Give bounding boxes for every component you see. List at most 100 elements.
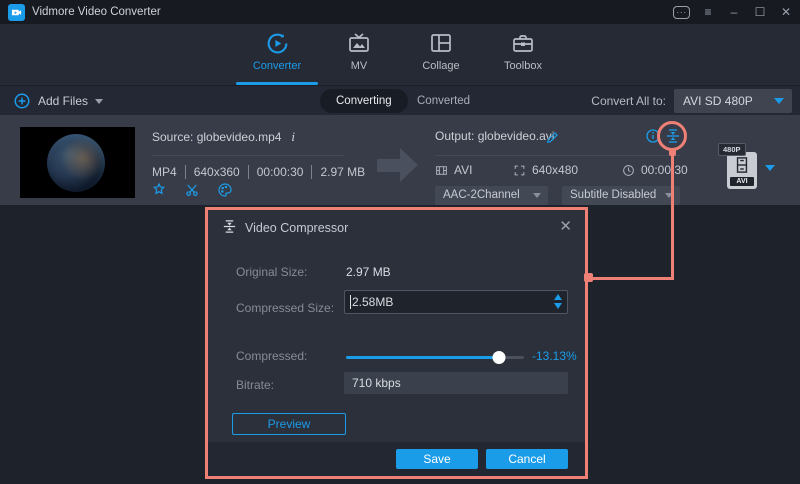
chevron-down-icon	[95, 99, 103, 104]
tab-converter[interactable]: Converter	[236, 30, 318, 85]
compression-percent: -13.13%	[532, 349, 577, 363]
output-filename: Output: globevideo.avi	[435, 129, 554, 143]
chevron-down-icon	[665, 193, 673, 198]
source-meta: MP4 640x360 00:00:30 2.97 MB	[152, 165, 373, 179]
compressed-size-value: 2.58MB	[352, 295, 393, 309]
video-thumbnail[interactable]	[20, 127, 135, 198]
filmstrip-icon	[735, 157, 749, 173]
list-toolbar: Add Files Converting Converted Convert A…	[0, 85, 800, 115]
subtitle-select[interactable]: Subtitle Disabled	[562, 186, 680, 205]
profile-chevron-down-icon[interactable]	[765, 165, 775, 171]
toolbox-icon	[511, 30, 535, 56]
slider-handle[interactable]	[493, 351, 506, 364]
text-cursor	[350, 295, 351, 309]
convert-all-value: AVI SD 480P	[683, 94, 753, 108]
window-controls: ··· ≡ – ☐ ✕	[673, 0, 794, 24]
original-size-value: 2.97 MB	[346, 265, 391, 279]
source-filename: Source: globevideo.mp4i	[152, 129, 295, 145]
source-filesize: 2.97 MB	[311, 165, 373, 179]
dialog-title: Video Compressor	[245, 221, 348, 235]
output-info-icon[interactable]	[645, 128, 661, 144]
output-resolution-item: 640x480	[513, 163, 578, 177]
compressed-label: Compressed:	[236, 349, 307, 363]
source-duration: 00:00:30	[248, 165, 312, 179]
dialog-close-icon[interactable]: ✕	[559, 217, 572, 235]
title-bar: Vidmore Video Converter ··· ≡ – ☐ ✕	[0, 0, 800, 24]
feedback-icon[interactable]: ···	[673, 6, 690, 19]
minimize-icon[interactable]: –	[726, 4, 742, 20]
subtitle-select-value: Subtitle Disabled	[570, 189, 656, 201]
compress-icon[interactable]	[665, 128, 681, 144]
tab-toolbox[interactable]: Toolbox	[482, 30, 564, 85]
menu-icon[interactable]: ≡	[700, 4, 716, 20]
profile-resolution-badge: 480P	[718, 143, 746, 156]
tab-toolbox-label: Toolbox	[504, 60, 542, 72]
clock-icon	[622, 164, 635, 177]
compression-slider[interactable]	[346, 351, 524, 364]
film-icon	[435, 164, 448, 177]
app-title: Vidmore Video Converter	[32, 6, 161, 18]
tab-collage[interactable]: Collage	[400, 30, 482, 85]
preview-button[interactable]: Preview	[232, 413, 346, 435]
converting-tab[interactable]: Converting	[320, 89, 408, 113]
resize-icon	[513, 164, 526, 177]
save-button[interactable]: Save	[396, 449, 478, 469]
add-files-button[interactable]: Add Files	[13, 89, 103, 113]
stepper-up-icon[interactable]	[554, 294, 562, 300]
dialog-footer: Save Cancel	[208, 442, 585, 476]
file-type-badge: AVI	[730, 177, 754, 186]
source-tools	[151, 182, 233, 198]
mv-icon	[347, 30, 371, 56]
source-format: MP4	[152, 165, 185, 179]
rename-pencil-icon[interactable]	[546, 130, 560, 144]
file-row: Source: globevideo.mp4i MP4 640x360 00:0…	[0, 115, 800, 205]
effect-palette-icon[interactable]	[217, 182, 233, 198]
main-tab-bar: Converter MV Collage	[0, 24, 800, 85]
convert-all-select[interactable]: AVI SD 480P	[674, 89, 792, 113]
output-format-item: AVI	[435, 163, 472, 177]
tab-converter-label: Converter	[253, 60, 301, 72]
tab-mv-label: MV	[351, 60, 368, 72]
app-logo-icon	[8, 4, 25, 21]
cut-scissors-icon[interactable]	[184, 182, 200, 198]
flow-arrow-icon	[377, 159, 400, 172]
converted-tab[interactable]: Converted	[417, 89, 470, 113]
stepper-down-icon[interactable]	[554, 303, 562, 309]
source-resolution: 640x360	[185, 165, 248, 179]
bitrate-label: Bitrate:	[236, 378, 274, 392]
output-divider	[435, 155, 680, 156]
globe-image	[47, 134, 105, 192]
tab-collage-label: Collage	[422, 60, 459, 72]
tab-mv[interactable]: MV	[318, 30, 400, 85]
output-format: AVI	[454, 163, 472, 177]
audio-select-value: AAC-2Channel	[443, 189, 520, 201]
audio-select[interactable]: AAC-2Channel	[435, 186, 548, 205]
video-compressor-dialog: Video Compressor ✕ Original Size: 2.97 M…	[205, 207, 588, 479]
source-divider	[152, 155, 344, 156]
chevron-down-icon	[774, 98, 784, 104]
convert-all-label: Convert All to:	[591, 94, 666, 108]
plus-circle-icon	[13, 92, 31, 110]
output-duration-item: 00:00:30	[622, 163, 688, 177]
slider-fill	[346, 356, 499, 359]
bitrate-value-field: 710 kbps	[344, 372, 568, 394]
output-duration: 00:00:30	[641, 163, 688, 177]
cancel-button[interactable]: Cancel	[486, 449, 568, 469]
close-icon[interactable]: ✕	[778, 4, 794, 20]
edit-magic-icon[interactable]	[151, 182, 167, 198]
compressed-size-input[interactable]: 2.58MB	[344, 290, 568, 314]
output-resolution: 640x480	[532, 163, 578, 177]
output-profile-icon[interactable]: AVI 480P	[727, 152, 757, 189]
annotation-horizontal-line	[590, 277, 674, 280]
converter-icon	[265, 30, 290, 56]
compress-icon	[222, 219, 237, 234]
collage-icon	[429, 30, 453, 56]
add-files-label: Add Files	[38, 94, 88, 108]
convert-all-group: Convert All to: AVI SD 480P	[591, 89, 792, 113]
chevron-down-icon	[533, 193, 541, 198]
size-stepper[interactable]	[554, 294, 562, 309]
source-info-icon[interactable]: i	[291, 129, 295, 144]
original-size-label: Original Size:	[236, 265, 307, 279]
maximize-icon[interactable]: ☐	[752, 4, 768, 20]
flow-arrow-head-icon	[400, 148, 418, 182]
